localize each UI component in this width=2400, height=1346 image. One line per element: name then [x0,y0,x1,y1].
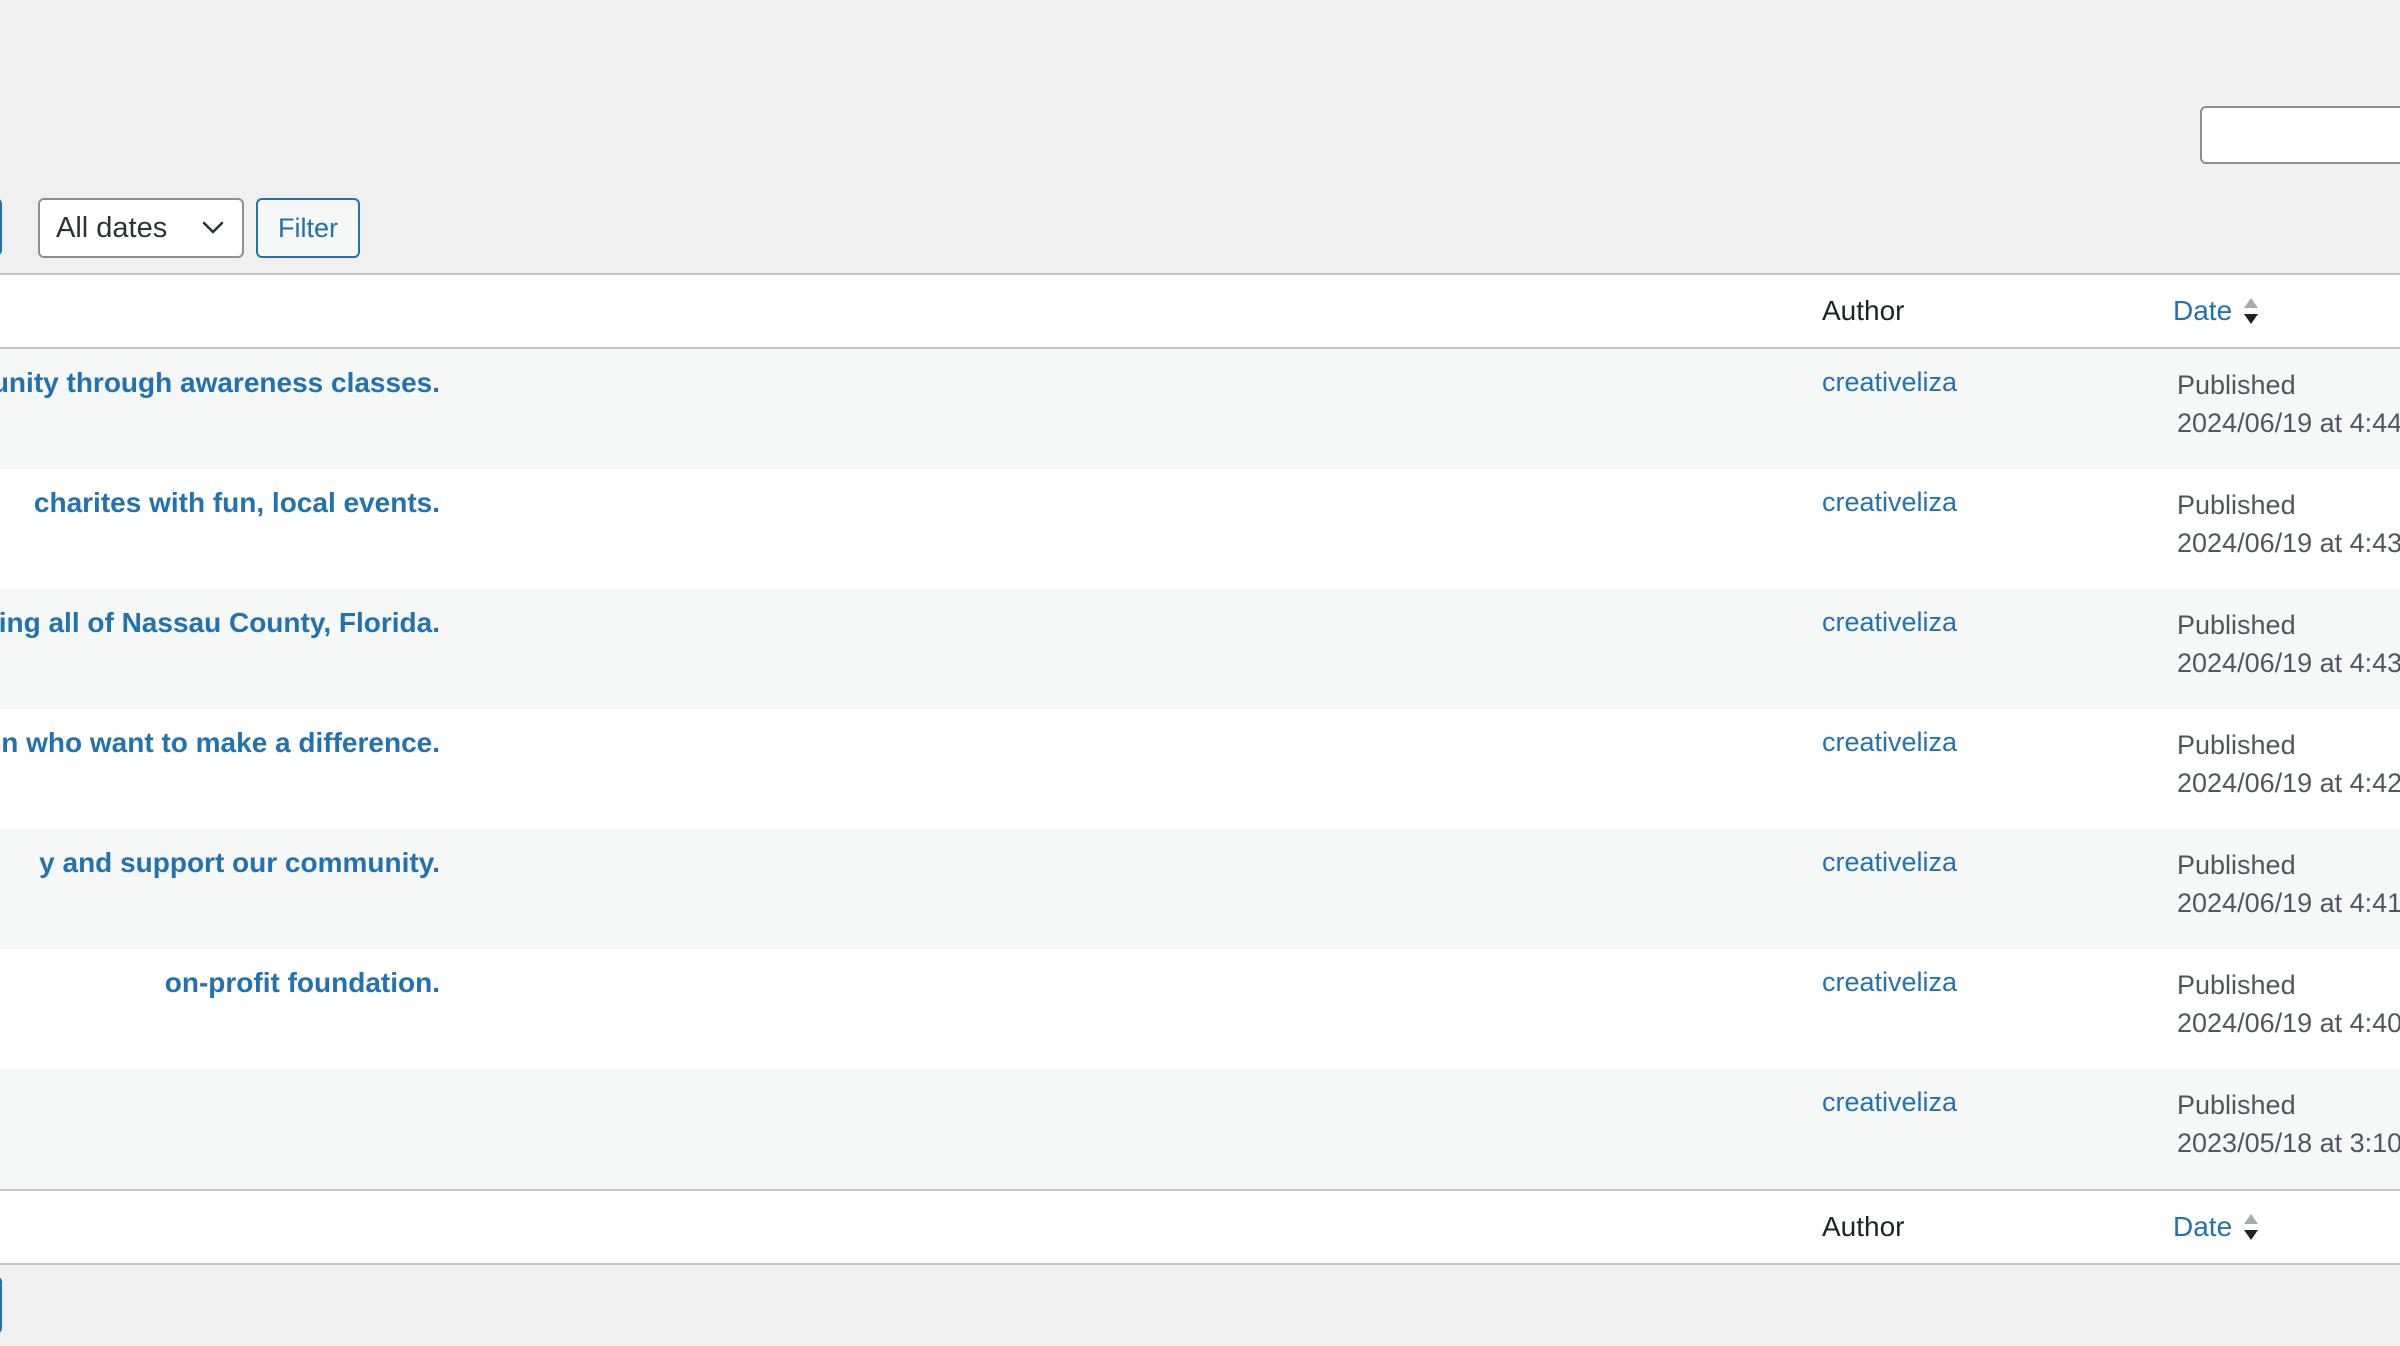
post-datetime: 2024/06/19 at 4:44 [2177,408,2400,438]
post-date: Published 2024/06/19 at 4:43 [2177,607,2400,683]
post-date: Published 2024/06/19 at 4:43 [2177,487,2400,563]
bulk-actions-select-bottom[interactable] [0,1276,2,1334]
date-filter-select[interactable]: All dates [38,198,244,258]
post-author-link[interactable]: creativeliza [1822,607,1957,638]
post-title-link[interactable]: d, supporting all of Nassau County, Flor… [0,607,440,639]
post-date: Published 2024/06/19 at 4:41 [2177,847,2400,923]
table-footer: Author Date [0,1189,2400,1263]
post-datetime: 2024/06/19 at 4:42 [2177,768,2400,798]
row-title-cell: nen who want to make a difference. [0,709,440,769]
post-date: Published 2024/06/19 at 4:40 [2177,967,2400,1043]
table-row: on-profit foundation. creativeliza Publish… [0,949,2400,1069]
post-title-link[interactable]: nen who want to make a difference. [0,727,440,759]
row-title-cell [0,1069,440,1129]
post-status: Published [2177,370,2296,400]
post-status: Published [2177,490,2296,520]
row-title-cell: d, supporting all of Nassau County, Flor… [0,589,440,649]
row-title-cell: y and support our community. [0,829,440,889]
post-author-link[interactable]: creativeliza [1822,727,1957,758]
chevron-down-icon [200,215,226,241]
post-author-link[interactable]: creativeliza [1822,487,1957,518]
search-input[interactable] [2200,106,2400,164]
post-author-link[interactable]: creativeliza [1822,847,1957,878]
posts-table: Author Date unity through awareness clas… [0,273,2400,1265]
post-datetime: 2024/06/19 at 4:43 [2177,528,2400,558]
table-row: y and support our community. creativeliza… [0,829,2400,949]
post-date: Published 2024/06/19 at 4:42 [2177,727,2400,803]
column-footer-date[interactable]: Date [2173,1191,2260,1263]
row-title-cell: charites with fun, local events. [0,469,440,529]
date-filter-value: All dates [56,211,168,244]
post-author-link[interactable]: creativeliza [1822,1087,1957,1118]
post-title-link[interactable]: charites with fun, local events. [34,487,440,519]
table-row: nen who want to make a difference. creati… [0,709,2400,829]
post-date: Published 2023/05/18 at 3:10 [2177,1087,2400,1163]
post-title-link[interactable]: on-profit foundation. [165,967,440,999]
column-header-author: Author [1822,295,1905,326]
post-author-link[interactable]: creativeliza [1822,967,1957,998]
table-row: charites with fun, local events. creative… [0,469,2400,589]
post-status: Published [2177,610,2296,640]
column-header-date-label: Date [2173,295,2233,326]
row-title-cell: unity through awareness classes. [0,349,440,409]
post-datetime: 2024/06/19 at 4:43 [2177,648,2400,678]
post-status: Published [2177,970,2296,1000]
row-title-cell: on-profit foundation. [0,949,440,1009]
posts-list-page: All dates Filter Author Date unity throu… [0,0,2400,1346]
post-status: Published [2177,1090,2296,1120]
post-status: Published [2177,850,2296,880]
table-header: Author Date [0,275,2400,349]
post-date: Published 2024/06/19 at 4:44 [2177,367,2400,443]
sort-arrows-icon [2242,1212,2260,1242]
sort-arrows-icon [2242,296,2260,326]
table-body: unity through awareness classes. creative… [0,349,2400,1189]
post-datetime: 2023/05/18 at 3:10 [2177,1128,2400,1158]
post-datetime: 2024/06/19 at 4:40 [2177,1008,2400,1038]
post-author-link[interactable]: creativeliza [1822,367,1957,398]
column-footer-author: Author [1822,1211,1905,1242]
post-datetime: 2024/06/19 at 4:41 [2177,888,2400,918]
table-row: d, supporting all of Nassau County, Flor… [0,589,2400,709]
table-row: creativeliza Published 2023/05/18 at 3:10 [0,1069,2400,1189]
table-row: unity through awareness classes. creative… [0,349,2400,469]
column-header-date[interactable]: Date [2173,275,2260,347]
post-title-link[interactable]: unity through awareness classes. [0,367,440,399]
bulk-actions-select[interactable] [0,198,2,256]
filter-button[interactable]: Filter [256,198,360,258]
column-footer-date-label: Date [2173,1211,2233,1242]
post-status: Published [2177,730,2296,760]
post-title-link[interactable]: y and support our community. [39,847,440,879]
